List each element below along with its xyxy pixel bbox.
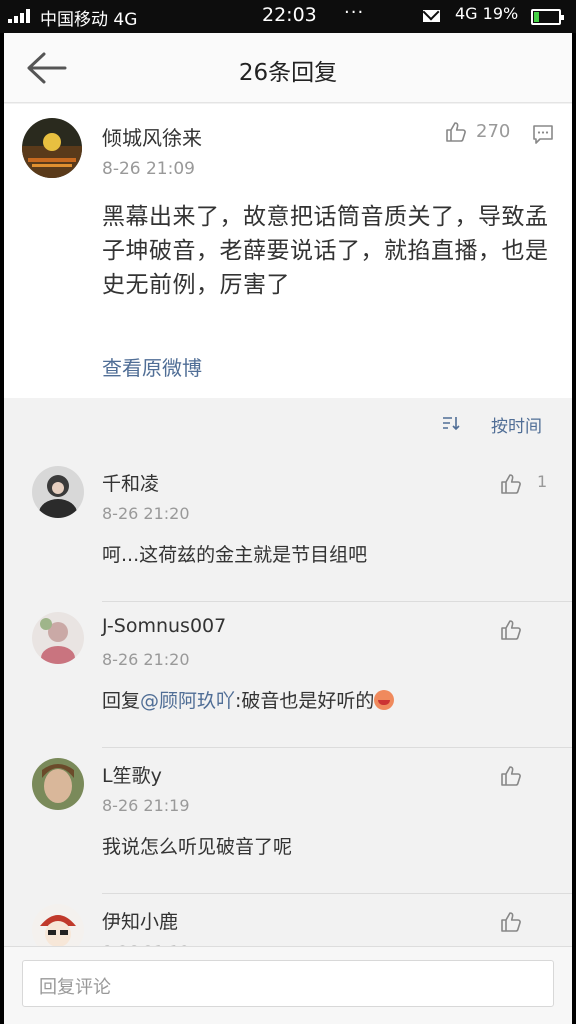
reply-timestamp: 8-26 21:20 xyxy=(102,504,190,523)
reply-text: 呵...这荷兹的金主就是节目组吧 xyxy=(102,544,368,566)
mention-link[interactable]: @顾阿玖吖 xyxy=(140,690,235,712)
battery-fill xyxy=(534,12,539,22)
signal-icon xyxy=(8,9,38,23)
more-dots-icon: ··· xyxy=(344,2,365,23)
thumbs-up-icon[interactable] xyxy=(444,120,468,144)
reply-text: 回复@顾阿玖吖:破音也是好听的 xyxy=(102,686,395,713)
status-bar: 中国移动 4G 22:03 ··· 4G 19% xyxy=(0,0,576,33)
battery-percent: 19% xyxy=(482,4,519,23)
nav-bar: 26条回复 xyxy=(4,33,572,103)
battery-icon xyxy=(531,9,564,25)
avatar[interactable] xyxy=(22,118,82,178)
reply-item: 千和凌 8-26 21:20 1 呵...这荷兹的金主就是节目组吧 xyxy=(4,456,572,602)
sort-by-time-button[interactable]: 按时间 xyxy=(491,412,542,437)
sort-icon[interactable] xyxy=(442,416,460,430)
reply-input-bar: 回复评论 xyxy=(4,946,572,1024)
avatar[interactable] xyxy=(32,612,84,664)
clock: 22:03 xyxy=(262,4,317,26)
reply-author[interactable]: J-Somnus007 xyxy=(102,615,226,637)
reply-input[interactable]: 回复评论 xyxy=(22,960,554,1007)
view-original-weibo-link[interactable]: 查看原微博 xyxy=(102,352,202,381)
sort-bar: 按时间 xyxy=(4,398,572,446)
comment-icon[interactable] xyxy=(532,123,554,145)
like-count: 1 xyxy=(537,472,548,491)
mail-icon xyxy=(423,10,440,22)
like-count: 270 xyxy=(476,121,511,142)
avatar[interactable] xyxy=(32,466,84,518)
thumbs-up-icon[interactable] xyxy=(499,472,523,496)
thumbs-up-icon[interactable] xyxy=(499,764,523,788)
reply-author[interactable]: L笙歌y xyxy=(102,761,162,788)
reply-item: J-Somnus007 8-26 21:20 回复@顾阿玖吖:破音也是好听的 xyxy=(4,602,572,748)
comment-author[interactable]: 倾城风徐来 xyxy=(102,122,202,151)
reply-text: 我说怎么听见破音了呢 xyxy=(102,836,293,858)
comment-text: 黑幕出来了，故意把话筒音质关了，导致孟子坤破音，老薛要说话了，就掐直播，也是史无… xyxy=(102,204,549,298)
carrier-label: 中国移动 4G xyxy=(40,10,138,30)
network-label: 4G 19% xyxy=(455,4,519,23)
avatar[interactable] xyxy=(32,758,84,810)
app-screen: 26条回复 倾城风徐来 8-26 21:09 270 黑幕出来了，故意把话筒音质… xyxy=(4,33,572,1024)
page-title: 26条回复 xyxy=(238,60,338,86)
reply-item: L笙歌y 8-26 21:19 我说怎么听见破音了呢 xyxy=(4,748,572,894)
reply-author[interactable]: 伊知小鹿 xyxy=(102,907,178,934)
comment-timestamp: 8-26 21:09 xyxy=(102,159,195,179)
reply-input-placeholder: 回复评论 xyxy=(39,977,111,998)
thumbs-up-icon[interactable] xyxy=(499,910,523,934)
thumbs-up-icon[interactable] xyxy=(499,618,523,642)
laughing-emoji-icon xyxy=(374,690,395,710)
reply-timestamp: 8-26 21:20 xyxy=(102,650,190,669)
main-comment: 倾城风徐来 8-26 21:09 270 黑幕出来了，故意把话筒音质关了，导致孟… xyxy=(4,104,572,398)
reply-author[interactable]: 千和凌 xyxy=(102,469,159,496)
reply-timestamp: 8-26 21:19 xyxy=(102,796,190,815)
